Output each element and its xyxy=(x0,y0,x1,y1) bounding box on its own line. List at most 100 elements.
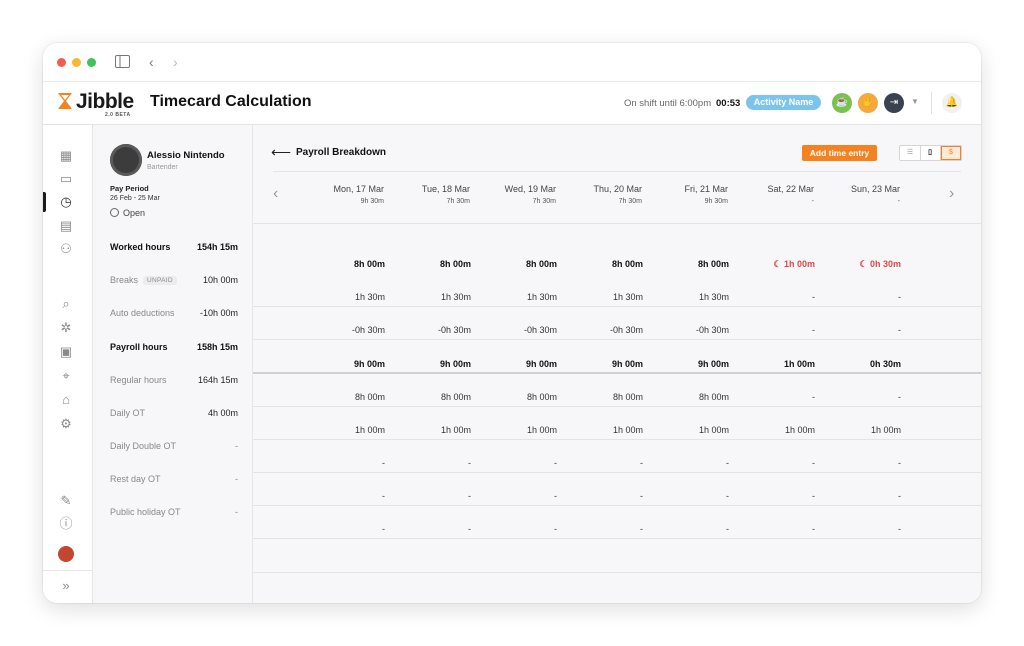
logo-text: Jibble xyxy=(76,90,134,113)
day-header-thu: Thu, 20 Mar xyxy=(593,184,642,194)
help-icon[interactable]: ⓘ xyxy=(57,515,75,533)
grid-line xyxy=(253,339,981,340)
status-text: Open xyxy=(123,208,146,218)
chevron-down-icon[interactable]: ▼ xyxy=(911,97,919,106)
grid-cell: - xyxy=(812,292,815,302)
grid-cell: - xyxy=(898,524,901,534)
clock-out-icon[interactable]: ⇥ xyxy=(884,93,904,113)
grid-cell: ☾ 0h 30m xyxy=(811,259,901,270)
grid-cell: 8h 00m xyxy=(440,392,471,402)
grid-line xyxy=(253,572,981,573)
grid-cell: - xyxy=(640,524,643,534)
tag-icon[interactable]: ⌂ xyxy=(57,391,75,409)
grid-line xyxy=(253,306,981,307)
briefcase-icon[interactable]: ▣ xyxy=(57,343,75,361)
grid-cell: 0h 30m xyxy=(869,359,901,369)
notification-bell-icon[interactable]: 🔔 xyxy=(942,93,962,113)
moon-icon: ☾ xyxy=(773,259,784,269)
people-icon[interactable]: ⚇ xyxy=(57,240,75,258)
row-label-public-holiday-ot: Public holiday OT xyxy=(110,507,181,517)
row-label-auto-deductions: Auto deductions xyxy=(110,308,175,318)
grid-cell: 1h 30m xyxy=(354,292,385,302)
row-label-daily-double-ot: Daily Double OT xyxy=(110,441,177,451)
grid-cell: 8h 00m xyxy=(353,259,385,269)
close-window-button[interactable] xyxy=(57,58,66,67)
grid-cell: 1h 00m xyxy=(526,425,557,435)
grid-cell: - xyxy=(726,458,729,468)
grid-cell: - xyxy=(726,491,729,501)
minimize-window-button[interactable] xyxy=(72,58,81,67)
grid-cell: 9h 00m xyxy=(525,359,557,369)
grid-cell: - xyxy=(898,292,901,302)
day-header-tue: Tue, 18 Mar xyxy=(421,184,470,194)
clipboard-icon[interactable]: ▤ xyxy=(57,217,75,235)
sidebar-toggle-icon[interactable] xyxy=(115,55,130,68)
activity-badge[interactable]: Activity Name xyxy=(746,95,821,110)
rocket-icon[interactable]: ✎ xyxy=(57,492,75,510)
day-header-fri: Fri, 21 Mar xyxy=(684,184,728,194)
grid-cell: 1h 00m xyxy=(612,425,643,435)
break-icon[interactable]: ☕ xyxy=(832,93,852,113)
back-nav-icon[interactable]: ‹ xyxy=(149,54,154,70)
calendar-icon[interactable]: ▭ xyxy=(57,170,75,188)
grid-cell: -0h 30m xyxy=(351,325,385,335)
dashboard-icon[interactable]: ▦ xyxy=(57,147,75,165)
book-view-icon[interactable]: ▯ xyxy=(920,146,941,160)
grid-cell: 1h 00m xyxy=(783,359,815,369)
grid-cell: - xyxy=(898,491,901,501)
logo-subtext: 2.0 BETA xyxy=(105,112,131,118)
grid-cell: - xyxy=(468,458,471,468)
grid-cell: - xyxy=(554,524,557,534)
grid-cell: 1h 30m xyxy=(526,292,557,302)
payroll-breakdown: ⟵ Payroll Breakdown Add time entry ☰ ▯ $… xyxy=(253,125,981,603)
nav-sidebar: ▦ ▭ ◷ ▤ ⚇ ⌕ ✲ ▣ ⌖ ⌂ ⚙ ✎ ⓘ » xyxy=(43,125,93,603)
grid-cell: - xyxy=(812,458,815,468)
total-payroll-hours: 158h 15m xyxy=(196,342,238,352)
app-window: ‹ › Jibble 2.0 BETA Timecard Calculation… xyxy=(43,43,981,603)
sidebar-divider xyxy=(43,570,92,571)
employee-name: Alessio Nintendo xyxy=(147,150,225,161)
forward-nav-icon[interactable]: › xyxy=(173,54,178,70)
bug-icon[interactable]: ✲ xyxy=(57,319,75,337)
grid-cell: -0h 30m xyxy=(695,325,729,335)
grid-cell: - xyxy=(382,458,385,468)
total-auto-deductions: -10h 00m xyxy=(199,308,238,318)
grid-cell: 8h 00m xyxy=(698,392,729,402)
day-header-sun: Sun, 23 Mar xyxy=(850,184,900,194)
prev-week-icon[interactable]: ‹ xyxy=(273,185,278,203)
report-search-icon[interactable]: ⌕ xyxy=(57,295,75,313)
maximize-window-button[interactable] xyxy=(87,58,96,67)
grid-cell: - xyxy=(898,392,901,402)
clock-icon[interactable]: ◷ xyxy=(57,193,75,211)
browser-titlebar: ‹ › xyxy=(43,43,981,82)
grid-cell: - xyxy=(812,325,815,335)
grid-cell: 1h 00m xyxy=(354,425,385,435)
row-label-worked-hours: Worked hours xyxy=(110,242,171,252)
settings-gear-icon[interactable]: ⚙ xyxy=(57,415,75,433)
dollar-view-icon[interactable]: $ xyxy=(941,146,961,160)
grid-cell: 8h 00m xyxy=(354,392,385,402)
next-week-icon[interactable]: › xyxy=(949,185,954,203)
list-view-icon[interactable]: ☰ xyxy=(900,146,921,160)
add-time-entry-button[interactable]: Add time entry xyxy=(802,145,877,161)
grid-cell: 1h 30m xyxy=(440,292,471,302)
expand-sidebar-icon[interactable]: » xyxy=(57,577,75,595)
location-pin-icon[interactable]: ⌖ xyxy=(57,367,75,385)
grid-cell: 9h 00m xyxy=(353,359,385,369)
back-arrow-icon[interactable]: ⟵ xyxy=(271,144,291,161)
row-label-regular-hours: Regular hours xyxy=(110,375,167,385)
grid-cell: - xyxy=(812,392,815,402)
employee-panel: Alessio Nintendo Bartender Pay Period 26… xyxy=(93,125,253,603)
grid-line xyxy=(253,472,981,473)
status-open: Open xyxy=(110,208,145,218)
grid-cell: - xyxy=(554,458,557,468)
grid-cell: - xyxy=(640,491,643,501)
hand-icon[interactable]: ✋ xyxy=(858,93,878,113)
grid-cell: -0h 30m xyxy=(523,325,557,335)
user-avatar[interactable] xyxy=(58,546,74,562)
active-indicator xyxy=(43,192,46,212)
row-label-payroll-hours: Payroll hours xyxy=(110,342,168,352)
grid-cell: -0h 30m xyxy=(609,325,643,335)
row-label-daily-ot: Daily OT xyxy=(110,408,146,418)
total-daily-double-ot: - xyxy=(235,441,238,451)
